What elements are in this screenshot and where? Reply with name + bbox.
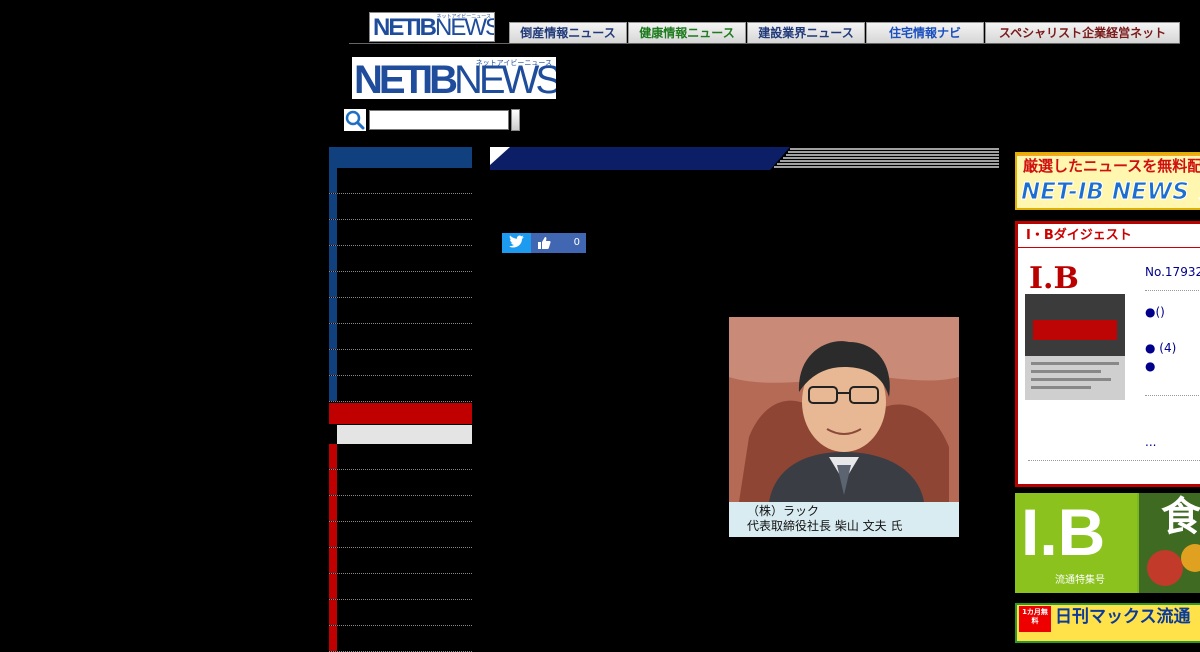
thumbs-up-icon [538,237,551,249]
sidebar-item[interactable] [329,444,472,470]
search-icon[interactable] [344,109,366,131]
sidebar-item-marker [329,324,337,349]
nav-tab-label: 倒産情報ニュース [520,26,616,40]
nav-tab-label: スペシャリスト企業経営ネット [998,26,1167,40]
sidebar-item-marker [329,272,337,297]
sidebar-item[interactable] [329,168,472,194]
sidebar-item[interactable] [329,272,472,298]
logo-kana-text: ネットアイビーニュース [436,14,491,20]
sidebar-item-marker [329,220,337,245]
logo-ib-text: IB [415,14,437,41]
nav-tab-label: 住宅情報ナビ [888,26,961,40]
article-title-band [490,147,999,170]
nav-tab-specialist-net[interactable]: スペシャリスト企業経営ネット [985,22,1180,43]
twitter-share-button[interactable] [502,233,531,253]
sidebar-item-marker [329,298,337,323]
digest-title: I・Bダイジェスト [1018,224,1200,248]
ib-distribution-banner[interactable]: I.B 流通特集号 食 [1015,493,1200,593]
nav-tab-health-news[interactable]: 健康情報ニュース [628,22,746,43]
like-count: 0 [573,237,580,248]
sidebar-item-marker [329,376,337,401]
sidebar-item-marker [329,522,337,547]
logo-net-text: NET [373,14,417,41]
header-logo[interactable]: NETIBNEWS ネットアイビーニュース [369,12,495,42]
sidebar-item[interactable] [329,522,472,548]
sidebar-item[interactable] [329,600,472,626]
nav-tab-construction-news[interactable]: 建設業界ニュース [747,22,865,43]
digest-cover-image[interactable]: I.B [1025,260,1125,400]
sidebar-item[interactable] [329,496,472,522]
sidebar-item-marker [329,246,337,271]
sidebar-item[interactable] [329,574,472,600]
search-input[interactable] [369,110,509,130]
nav-tab-bankruptcy-news[interactable]: 倒産情報ニュース [509,22,627,43]
sidebar-item-marker [329,168,337,193]
sidebar-header-blue [329,147,472,168]
sidebar-item[interactable] [329,324,472,350]
facebook-like-button[interactable]: 0 [531,233,586,253]
sidebar-item[interactable] [329,246,472,272]
sidebar-item[interactable] [329,350,472,376]
twitter-bird-icon [509,235,524,248]
caption-company: （株）ラック [747,504,820,518]
site-logo[interactable]: NETIBNEWS ネットアイビーニュース [352,57,556,99]
main-logo-ib: IB [422,58,458,99]
ib-banner-sub: 流通特集号 [1055,575,1105,586]
sidebar-item[interactable] [329,194,472,220]
newsletter-banner[interactable]: 厳選したニュースを無料配信 NET-IB NEWS メール [1015,152,1200,210]
nav-tab-label: 健康情報ニュース [639,26,735,40]
sidebar-item-marker [329,548,337,573]
digest-item[interactable]: ● (4) [1145,341,1176,355]
sidebar-item-marker [329,350,337,375]
digest-more-link[interactable]: ... [1145,435,1156,449]
svg-text:I.B: I.B [1029,261,1079,296]
sidebar-item-marker [329,600,337,625]
sidebar-active-item[interactable] [337,425,472,444]
digest-item[interactable]: ● [1145,359,1155,373]
sidebar-item-marker [329,194,337,219]
daily-max-banner[interactable]: 1カ月無料 日刊マックス流通 [1015,603,1200,643]
sidebar-item[interactable] [329,470,472,496]
daily-max-text: 日刊マックス流通 [1055,607,1191,627]
sidebar-item-marker [329,574,337,599]
sidebar-item[interactable] [329,376,472,402]
digest-divider [1145,290,1200,291]
sidebar-item-marker [329,470,337,495]
nav-tab-label: 建設業界ニュース [758,26,854,40]
nav-tab-housing-navi[interactable]: 住宅情報ナビ [866,22,984,43]
sidebar-header-red [329,403,472,424]
search-button[interactable] [511,109,520,131]
caption-name: 代表取締役社長 柴山 文夫 氏 [747,519,903,533]
main-logo-net: NET [354,58,426,99]
sidebar-item[interactable] [329,220,472,246]
sidebar-item[interactable] [329,548,472,574]
digest-issue-number[interactable]: No.17932 [1145,265,1200,279]
main-logo-kana: ネットアイビーニュース [475,59,552,67]
photo-caption: （株）ラック 代表取締役社長 柴山 文夫 氏 [729,502,959,537]
daily-max-badge: 1カ月無料 [1019,606,1051,632]
digest-item[interactable]: ●() [1145,305,1165,319]
ib-banner-side-text: 食 [1161,493,1200,540]
digest-divider [1028,460,1200,461]
digest-divider [1145,395,1200,396]
sidebar-item-marker [329,496,337,521]
nav-divider [349,43,1180,44]
sidebar-item-marker [329,444,337,469]
ib-digest-panel: I・Bダイジェスト I.B No.17932 ●() ● (4) ● ... [1015,221,1200,487]
sidebar-item[interactable] [329,298,472,324]
newsletter-banner-line2: NET-IB NEWS メール [1021,179,1200,206]
newsletter-banner-line1: 厳選したニュースを無料配信 [1023,157,1200,175]
ib-banner-logo: I.B [1021,495,1106,569]
president-photo [729,317,959,502]
